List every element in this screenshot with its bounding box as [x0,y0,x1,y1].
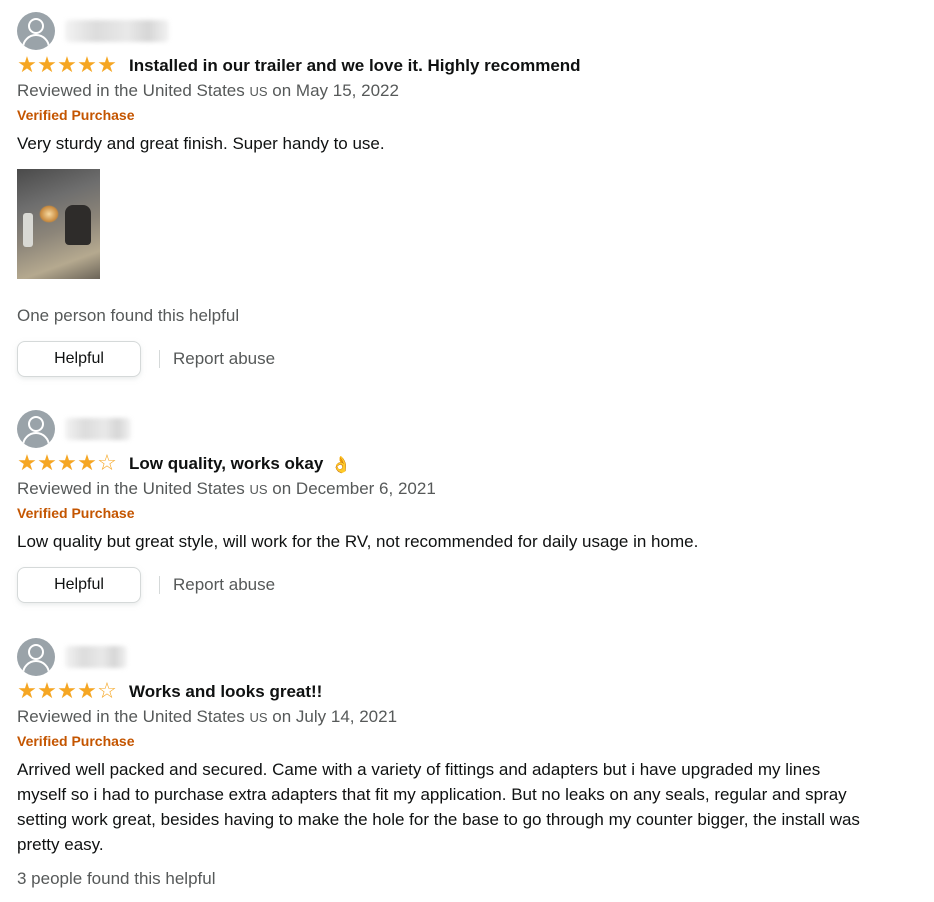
review-meta: Reviewed in the United States US on July… [17,705,897,729]
report-abuse-link[interactable]: Report abuse [173,349,275,369]
reviewer-name-redacted [65,20,169,42]
star-rating-4[interactable]: ★ ★ ★ ★ ☆ [17,681,117,703]
helpful-button[interactable]: Helpful [17,567,141,603]
review-date: on May 15, 2022 [272,81,399,100]
star-full-icon: ★ [77,53,97,78]
avatar-icon[interactable] [17,638,55,676]
star-full-icon: ★ [57,679,77,704]
review-location: Reviewed in the United States [17,479,245,498]
star-full-icon: ★ [97,53,117,78]
review-date: on December 6, 2021 [272,479,436,498]
report-abuse-link[interactable]: Report abuse [173,575,275,595]
divider [159,350,160,368]
verified-purchase-badge[interactable]: Verified Purchase [17,103,897,127]
star-full-icon: ★ [77,451,97,476]
review-title[interactable]: Installed in our trailer and we love it.… [129,56,581,76]
helpful-count: 3 people found this helpful [17,869,216,888]
review-location: Reviewed in the United States [17,81,245,100]
review-photo[interactable] [17,169,100,279]
ok-hand-emoji-icon: 👌 [331,454,352,474]
review-meta: Reviewed in the United States US on May … [17,79,897,103]
divider [159,576,160,594]
review-card: ★ ★ ★ ★ ☆ Low quality, works okay 👌 Revi… [17,410,897,604]
helpful-count: One person found this helpful [17,306,240,325]
review-body: Very sturdy and great finish. Super hand… [17,134,385,153]
review-title[interactable]: Low quality, works okay [129,454,323,474]
star-full-icon: ★ [17,679,37,704]
star-full-icon: ★ [37,451,57,476]
country-code: US [249,710,268,725]
reviewer-name-redacted [65,646,127,668]
review-body: Low quality but great style, will work f… [17,532,699,551]
review-location: Reviewed in the United States [17,707,245,726]
review-body: Arrived well packed and secured. Came wi… [17,760,860,854]
star-full-icon: ★ [77,679,97,704]
reviewer-name-redacted [65,418,131,440]
star-full-icon: ★ [17,53,37,78]
reviewer-profile[interactable] [17,12,897,50]
helpful-button[interactable]: Helpful [17,341,141,377]
review-date: on July 14, 2021 [272,707,398,726]
verified-purchase-badge[interactable]: Verified Purchase [17,501,897,525]
verified-purchase-badge[interactable]: Verified Purchase [17,729,897,753]
review-title[interactable]: Works and looks great!! [129,682,322,702]
avatar-icon[interactable] [17,12,55,50]
star-full-icon: ★ [57,53,77,78]
star-rating-4[interactable]: ★ ★ ★ ★ ☆ [17,453,117,475]
star-full-icon: ★ [37,679,57,704]
star-empty-icon: ☆ [97,679,117,704]
star-rating-5[interactable]: ★ ★ ★ ★ ★ [17,55,117,77]
avatar-icon[interactable] [17,410,55,448]
star-empty-icon: ☆ [97,451,117,476]
star-full-icon: ★ [37,53,57,78]
reviewer-profile[interactable] [17,410,897,448]
review-card: ★ ★ ★ ★ ★ Installed in our trailer and w… [17,12,897,378]
country-code: US [249,84,268,99]
reviewer-profile[interactable] [17,638,897,676]
star-full-icon: ★ [57,451,77,476]
country-code: US [249,482,268,497]
review-card: ★ ★ ★ ★ ☆ Works and looks great!! Review… [17,638,897,891]
review-meta: Reviewed in the United States US on Dece… [17,477,897,501]
star-full-icon: ★ [17,451,37,476]
